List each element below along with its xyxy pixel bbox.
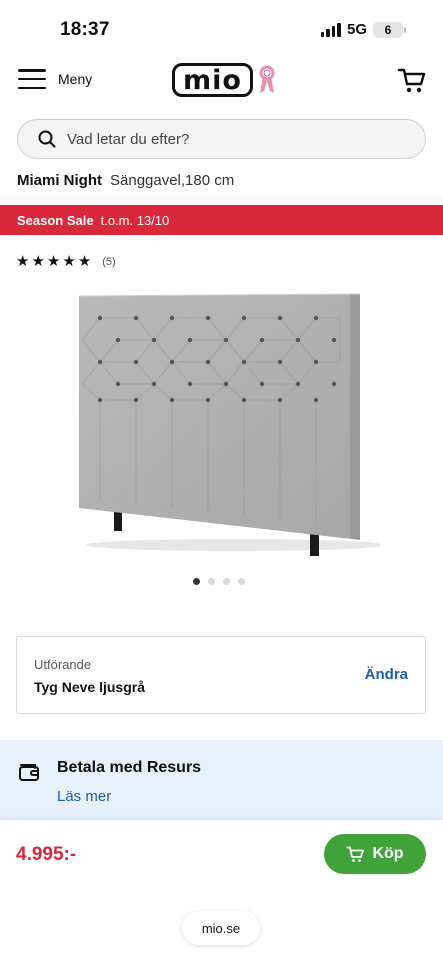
star-icon: ★ [31, 253, 45, 270]
variant-label: Utförande [34, 657, 92, 672]
search-icon [38, 130, 56, 148]
status-indicators: 5G 6 [320, 21, 406, 38]
battery-level: 6 [384, 22, 392, 37]
status-time: 18:37 [60, 19, 110, 40]
status-bar: 18:37 5G 6 [0, 0, 443, 60]
star-icon: ★ [46, 253, 61, 270]
product-image-headboard[interactable] [70, 290, 380, 560]
product-description: Sänggavel,180 cm [110, 172, 235, 189]
variant-value: Tyg Neve ljusgrå [34, 679, 146, 695]
hamburger-icon [18, 69, 46, 89]
sale-period: t.o.m. 13/10 [100, 212, 170, 228]
signal-icon [320, 22, 341, 37]
star-icon: ★ [77, 253, 92, 270]
pagination-dot[interactable] [238, 578, 245, 585]
search-input[interactable] [67, 130, 367, 148]
menu-label: Meny [58, 71, 93, 87]
network-type: 5G [346, 21, 367, 38]
pagination-dot[interactable] [208, 578, 215, 585]
image-pagination[interactable] [193, 578, 245, 585]
review-count: (5) [102, 256, 116, 268]
star-icon: ★ [16, 253, 30, 270]
variant-selector[interactable]: Utförande Tyg Neve ljusgrå Ändra [16, 636, 426, 714]
mio-logo[interactable]: mio [172, 63, 276, 97]
browser-url-bar[interactable]: mio.se [182, 911, 260, 945]
battery-icon: 6 [373, 21, 406, 38]
product-rating[interactable]: ★ ★ ★ ★ ★ (5) [16, 254, 116, 270]
top-nav: Meny mio [0, 60, 443, 104]
search-bar[interactable] [17, 119, 426, 159]
pagination-dot[interactable] [223, 578, 230, 585]
product-name: Miami Night [17, 172, 102, 189]
star-icon: ★ [62, 253, 76, 270]
buy-button[interactable]: Köp [324, 834, 426, 874]
payment-info: Betala med Resurs Läs mer [0, 740, 443, 820]
product-price: 4.995:- [16, 844, 77, 865]
cart-icon [346, 846, 365, 862]
cart-icon[interactable] [397, 66, 427, 96]
read-more-link[interactable]: Läs mer [57, 788, 111, 805]
sale-title: Season Sale [17, 212, 94, 228]
sale-banner[interactable]: Season Sale t.o.m. 13/10 [0, 205, 443, 235]
change-variant-button[interactable]: Ändra [365, 666, 408, 683]
pagination-dot-active[interactable] [193, 578, 200, 585]
payment-title: Betala med Resurs [57, 759, 202, 776]
url-text: mio.se [201, 920, 241, 936]
wallet-icon [19, 764, 39, 781]
menu-button[interactable]: Meny [18, 69, 92, 89]
logo-wordmark: mio [172, 63, 253, 97]
buy-label: Köp [372, 845, 404, 862]
product-title-row: Miami Night Sänggavel,180 cm [17, 172, 234, 189]
pink-ribbon-icon [259, 65, 275, 93]
